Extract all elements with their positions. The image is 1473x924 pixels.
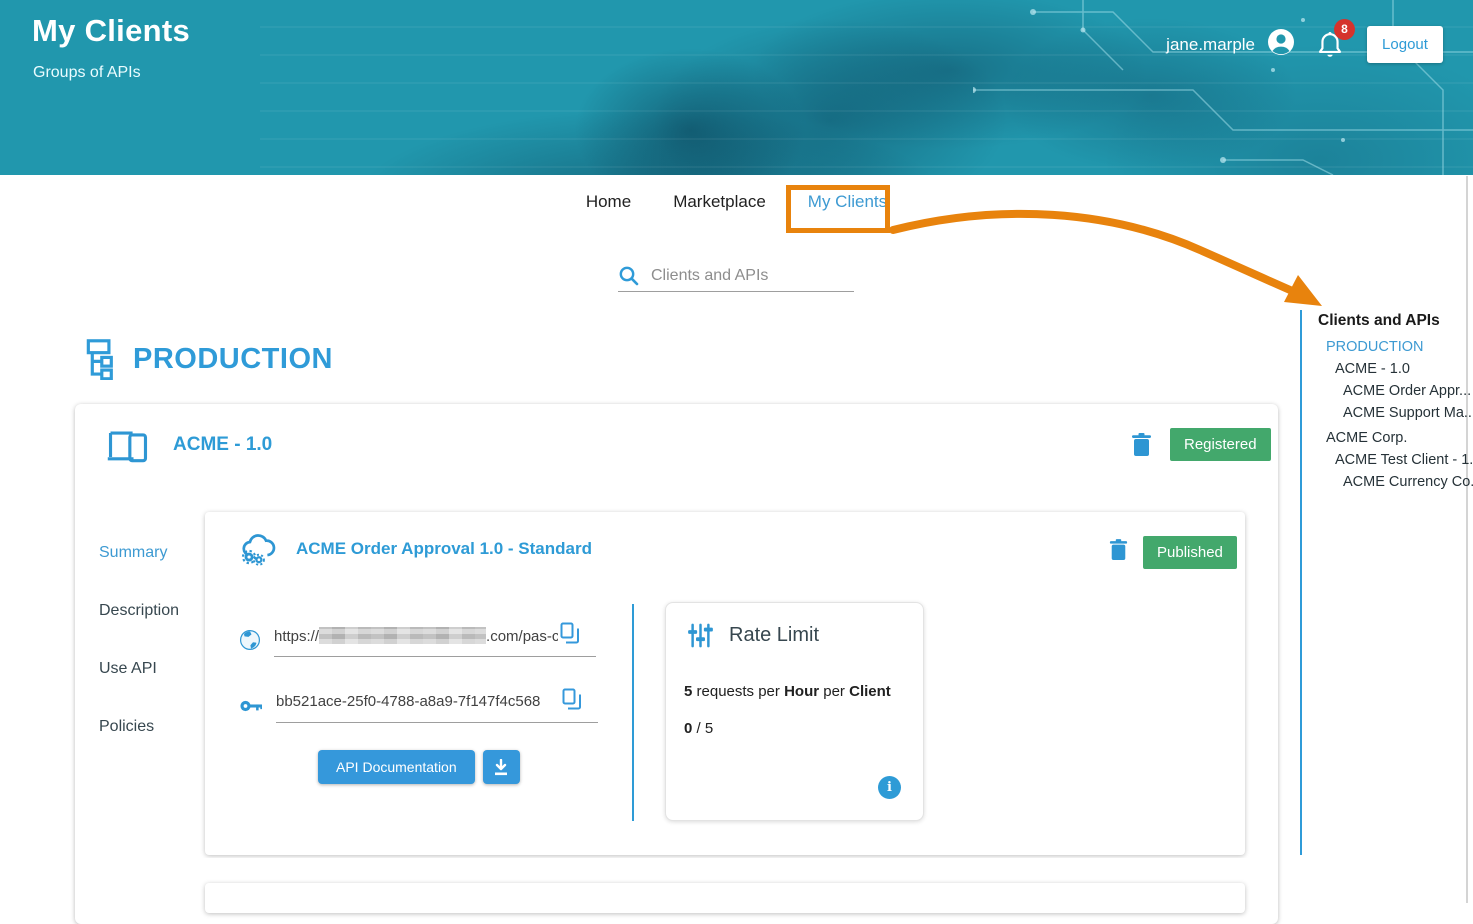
rate-limit-title: Rate Limit: [729, 624, 820, 646]
next-api-card-partial: [205, 883, 1245, 913]
notification-count-badge: 8: [1334, 18, 1355, 40]
download-button[interactable]: [482, 750, 520, 784]
group-heading: PRODUCTION: [82, 338, 333, 380]
copy-api-key-icon[interactable]: [562, 688, 581, 715]
client-card-header: ACME - 1.0: [105, 426, 272, 464]
info-icon[interactable]: i: [878, 776, 901, 799]
page-header: My Clients Groups of APIs jane.marple 8 …: [0, 0, 1473, 175]
download-icon: [493, 758, 509, 776]
copy-endpoint-icon[interactable]: [560, 622, 579, 649]
tab-policies[interactable]: Policies: [99, 718, 179, 736]
key-icon: [240, 699, 262, 713]
tree-item-acme-order-approval[interactable]: ACME Order Appr...: [1318, 380, 1473, 402]
page-title: My Clients: [32, 13, 191, 48]
nav-item-my-clients[interactable]: My Clients: [808, 192, 887, 212]
nav-item-marketplace[interactable]: Marketplace: [673, 192, 766, 212]
delete-api-trash-icon[interactable]: [1109, 539, 1128, 566]
logout-button[interactable]: Logout: [1367, 26, 1443, 63]
nav-item-home[interactable]: Home: [586, 192, 631, 212]
client-status-badge: Registered: [1170, 428, 1271, 461]
user-avatar-icon[interactable]: [1267, 28, 1295, 61]
delete-client-trash-icon[interactable]: [1131, 433, 1152, 462]
client-name: ACME - 1.0: [173, 434, 273, 455]
tree-left-rule: [1300, 310, 1302, 855]
notification-bell-icon[interactable]: 8: [1317, 18, 1355, 59]
client-card: ACME - 1.0 Registered Summary Descriptio…: [75, 404, 1278, 924]
tree-item-acme-corp[interactable]: ACME Corp.: [1318, 427, 1473, 449]
tree-item-acme-support[interactable]: ACME Support Ma...: [1318, 402, 1473, 424]
tree-item-acme-1-0[interactable]: ACME - 1.0: [1318, 358, 1473, 380]
rate-limit-usage: 0 / 5: [684, 720, 714, 737]
api-key-row: bb521ace-25f0-4788-a8a9-7f147f4c568: [240, 688, 598, 723]
tree-item-acme-currency[interactable]: ACME Currency Co...: [1318, 471, 1473, 493]
api-key-field: bb521ace-25f0-4788-a8a9-7f147f4c568: [276, 688, 598, 723]
api-key-value: bb521ace-25f0-4788-a8a9-7f147f4c568: [276, 693, 541, 710]
globe-icon: [240, 629, 260, 650]
cloud-service-icon: [238, 532, 278, 566]
tab-description[interactable]: Description: [99, 602, 179, 620]
tab-summary[interactable]: Summary: [99, 544, 179, 562]
api-card-header: ACME Order Approval 1.0 - Standard: [238, 532, 592, 566]
search-field: [618, 260, 858, 292]
api-status-badge: Published: [1143, 536, 1237, 569]
tree-item-acme-test-client[interactable]: ACME Test Client - 1.0: [1318, 449, 1473, 471]
endpoint-url: https://.com/pas-c: [274, 626, 558, 645]
group-title: PRODUCTION: [133, 342, 333, 375]
endpoint-url-redacted: [319, 626, 487, 644]
scrollbar[interactable]: [1466, 176, 1468, 903]
page-subtitle: Groups of APIs: [33, 64, 141, 81]
rate-sliders-icon: [687, 622, 714, 649]
devices-icon: [105, 426, 151, 464]
clients-apis-tree: Clients and APIs PRODUCTION ACME - 1.0 A…: [1318, 312, 1473, 493]
search-icon: [618, 265, 639, 286]
client-tabs: Summary Description Use API Policies: [99, 544, 179, 736]
rate-limit-rule: 5 requests per Hour per Client: [684, 683, 891, 700]
tree-item-production[interactable]: PRODUCTION: [1318, 336, 1473, 358]
user-area: jane.marple 8 Logout: [1166, 18, 1443, 63]
tab-use-api[interactable]: Use API: [99, 660, 179, 678]
main-nav: Home Marketplace My Clients: [0, 192, 1473, 212]
endpoint-row: https://.com/pas-c: [240, 622, 596, 657]
username-label: jane.marple: [1166, 34, 1255, 54]
api-title: ACME Order Approval 1.0 - Standard: [296, 539, 592, 558]
tree-title: Clients and APIs: [1318, 312, 1440, 329]
rate-limit-header: Rate Limit: [687, 622, 819, 649]
api-actions: API Documentation: [318, 750, 520, 784]
group-orgchart-icon: [82, 338, 120, 380]
endpoint-field: https://.com/pas-c: [274, 622, 596, 657]
search-input[interactable]: [651, 266, 858, 285]
rate-limit-card: Rate Limit 5 requests per Hour per Clien…: [665, 602, 924, 821]
api-card: ACME Order Approval 1.0 - Standard Publi…: [205, 512, 1245, 855]
api-documentation-button[interactable]: API Documentation: [318, 750, 475, 784]
card-gap: [200, 858, 1250, 883]
section-divider: [632, 604, 634, 821]
